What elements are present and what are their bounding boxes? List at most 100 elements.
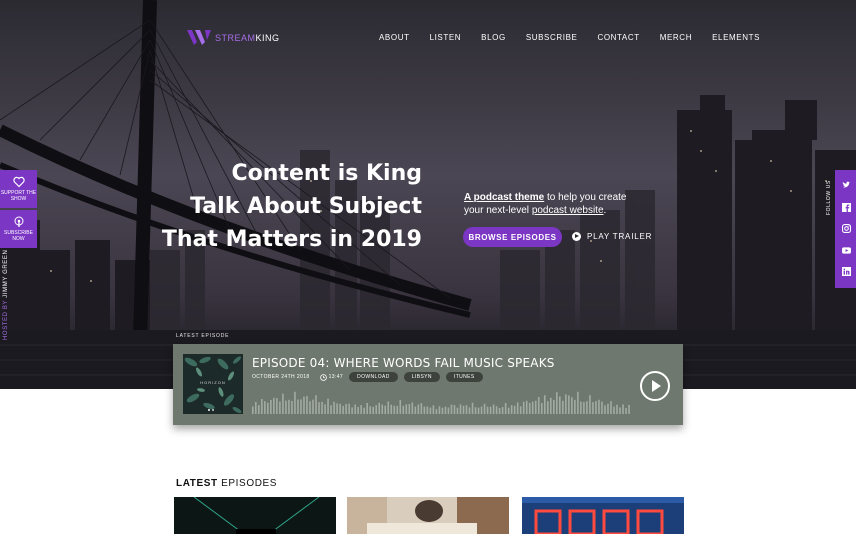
waveform-bar — [384, 405, 387, 414]
nav-item-elements[interactable]: ELEMENTS — [712, 33, 760, 42]
tagline-link-podcast-theme[interactable]: A podcast theme — [464, 192, 544, 203]
waveform-bar — [393, 405, 396, 414]
waveform-bar — [616, 404, 618, 414]
waveform-bar — [285, 400, 287, 414]
thumbnail-image-1 — [174, 497, 336, 534]
waveform-bar — [574, 399, 576, 414]
download-button[interactable]: DOWNLOAD — [349, 372, 398, 382]
waveform-bar — [565, 394, 567, 414]
waveform-bar — [516, 402, 519, 414]
waveform-bar — [330, 405, 332, 414]
waveform-bar — [598, 399, 600, 414]
support-show-tab[interactable]: SUPPORT THE SHOW — [0, 170, 37, 208]
episode-title[interactable]: EPISODE 04: WHERE WORDS FAIL MUSIC SPEAK… — [252, 356, 555, 370]
nav-item-contact[interactable]: CONTACT — [597, 33, 639, 42]
latest-episode-player: HORIZON EPISODE 04: WHERE WORDS FAIL MUS… — [173, 344, 683, 425]
waveform-bar — [489, 406, 492, 414]
waveform-bar — [562, 400, 564, 414]
waveform-bar — [351, 407, 353, 414]
waveform-bar — [363, 407, 365, 414]
nav-item-about[interactable]: ABOUT — [379, 33, 410, 42]
waveform-bar — [273, 397, 275, 414]
waveform-bar — [531, 401, 534, 414]
waveform-bar — [255, 402, 257, 414]
waveform-bar — [559, 396, 561, 414]
waveform-bar — [264, 401, 266, 414]
twitter-icon[interactable] — [842, 181, 851, 190]
hero-section: STREAMKING ABOUT LISTEN BLOG SUBSCRIBE C… — [0, 0, 856, 389]
waveform-bar — [429, 407, 432, 414]
instagram-icon[interactable] — [842, 224, 851, 233]
linkedin-icon[interactable] — [842, 267, 851, 276]
youtube-icon[interactable] — [842, 246, 851, 255]
tagline-link-podcast-website[interactable]: podcast website — [532, 205, 604, 216]
nav-item-subscribe[interactable]: SUBSCRIBE — [526, 33, 578, 42]
browse-episodes-button[interactable]: BROWSE EPISODES — [463, 227, 562, 247]
podcast-icon — [14, 216, 23, 227]
waveform-bar — [402, 405, 405, 414]
waveform-bar — [540, 403, 543, 414]
heart-icon — [12, 176, 25, 188]
itunes-button[interactable]: ITUNES — [445, 372, 483, 382]
waveform-bar — [360, 405, 362, 414]
nav-item-merch[interactable]: MERCH — [660, 33, 692, 42]
waveform-bar — [312, 399, 314, 414]
waveform-bar — [583, 401, 585, 414]
episode-cover-art: HORIZON — [183, 354, 243, 414]
nav-item-listen[interactable]: LISTEN — [430, 33, 462, 42]
waveform-bar — [459, 404, 462, 414]
waveform-bar — [628, 404, 630, 414]
episode-thumbnail-2[interactable] — [347, 497, 509, 534]
waveform-bar — [309, 401, 311, 414]
subscribe-now-tab[interactable]: SUBSCRIBE NOW — [0, 210, 37, 248]
latest-episodes-heading: LATEST EPISODES — [176, 478, 278, 489]
thumbnail-image-3 — [522, 497, 684, 534]
waveform-bar — [568, 395, 570, 414]
waveform-bar — [483, 403, 486, 414]
waveform-bar — [294, 391, 296, 414]
headline-line-2: Talk About Subject — [190, 194, 422, 219]
waveform-bar — [315, 395, 317, 414]
waveform-bar — [432, 405, 435, 414]
waveform-bar — [546, 401, 549, 414]
episode-thumbnail-3[interactable] — [522, 497, 684, 534]
waveform-bar — [300, 399, 302, 414]
headline-line-1: Content is King — [231, 161, 423, 186]
waveform-bar — [601, 401, 603, 414]
city-skyline-background — [0, 0, 856, 389]
left-side-tabs: SUPPORT THE SHOW SUBSCRIBE NOW — [0, 170, 37, 250]
waveform-bar — [595, 401, 597, 414]
episode-thumbnail-1[interactable] — [174, 497, 336, 534]
facebook-icon[interactable] — [842, 203, 851, 212]
waveform-bar — [474, 407, 477, 414]
waveform-bar — [549, 397, 552, 414]
waveform-bar — [423, 406, 426, 414]
waveform-bar — [444, 406, 447, 414]
libsyn-button[interactable]: LIBSYN — [403, 372, 440, 382]
waveform-bar — [339, 403, 341, 414]
waveform-bar — [477, 407, 480, 414]
play-button[interactable] — [640, 371, 670, 401]
waveform-bar — [589, 395, 591, 414]
waveform-bar — [291, 400, 293, 414]
waveform-bar — [486, 406, 489, 414]
nav-item-blog[interactable]: BLOG — [481, 33, 506, 42]
waveform-bar — [408, 404, 411, 414]
waveform-bar — [438, 406, 441, 414]
play-circle-icon — [572, 232, 581, 241]
audio-waveform[interactable] — [252, 389, 632, 414]
waveform-bar — [507, 407, 510, 414]
waveform-bar — [282, 393, 284, 414]
waveform-bar — [534, 400, 537, 414]
waveform-bar — [387, 401, 390, 414]
waveform-bar — [303, 396, 305, 414]
brand-logo[interactable]: STREAMKING — [187, 30, 280, 45]
waveform-bar — [453, 405, 456, 414]
thumbnail-image-2 — [347, 497, 509, 534]
brand-name: STREAMKING — [215, 32, 280, 43]
waveform-bar — [577, 391, 579, 414]
play-trailer-button[interactable]: PLAY TRAILER — [572, 232, 652, 241]
waveform-bar — [492, 404, 495, 414]
waveform-bar — [396, 405, 399, 414]
waveform-bar — [504, 402, 507, 414]
